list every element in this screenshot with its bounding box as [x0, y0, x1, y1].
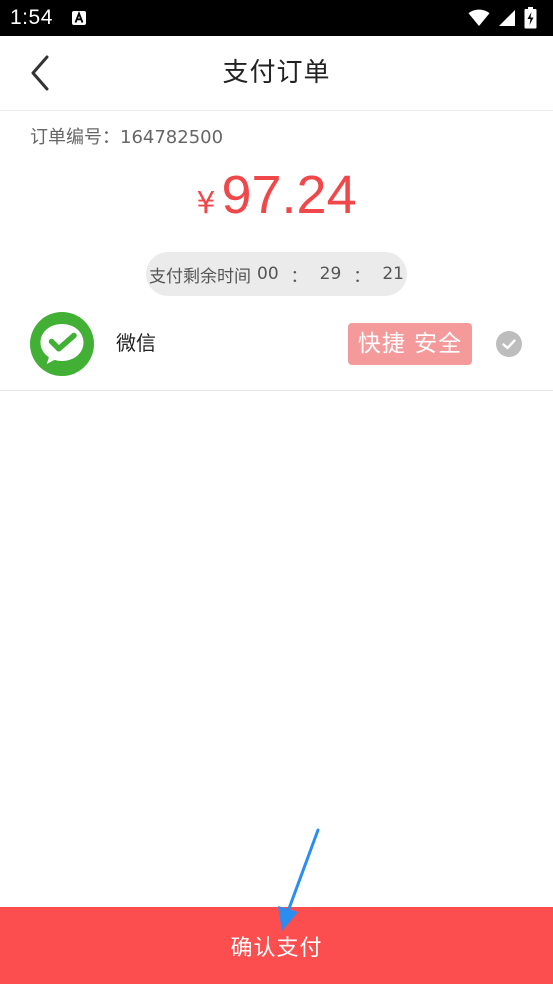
order-number-value: 164782500 [120, 127, 224, 148]
confirm-payment-button[interactable]: 确认支付 [0, 907, 553, 984]
countdown-timer: 支付剩余时间 00 ： 29 ： 21 [146, 252, 407, 296]
page-title: 支付订单 [222, 58, 331, 88]
payment-method-wechat[interactable]: 微信 快捷 安全 [0, 300, 553, 391]
status-bar: 1:54 [0, 0, 553, 36]
app-header: 支付订单 [0, 36, 553, 111]
countdown-hours: 00 [257, 264, 279, 284]
order-amount: ¥ 97.24 [0, 165, 553, 231]
battery-charging-icon [524, 7, 537, 29]
fast-safe-badge: 快捷 安全 [348, 323, 472, 365]
wechat-logo-icon [30, 312, 94, 376]
countdown-seconds: 21 [382, 264, 404, 284]
amount-value: 97.24 [221, 165, 357, 225]
signal-icon [499, 10, 515, 26]
status-time: 1:54 [10, 6, 53, 29]
currency-symbol: ¥ [196, 186, 216, 221]
status-icons [468, 6, 537, 30]
order-number-label: 订单编号： [30, 127, 120, 148]
a-notification-icon [72, 11, 86, 25]
countdown-minutes: 29 [319, 264, 342, 284]
countdown-separator: ： [290, 266, 308, 287]
countdown-label: 支付剩余时间 [149, 266, 252, 287]
selected-check-icon[interactable] [496, 331, 522, 357]
countdown-separator: ： [353, 266, 371, 287]
wifi-icon [468, 9, 490, 26]
payment-method-name: 微信 [116, 331, 156, 355]
order-number: 订单编号：164782500 [30, 126, 223, 150]
